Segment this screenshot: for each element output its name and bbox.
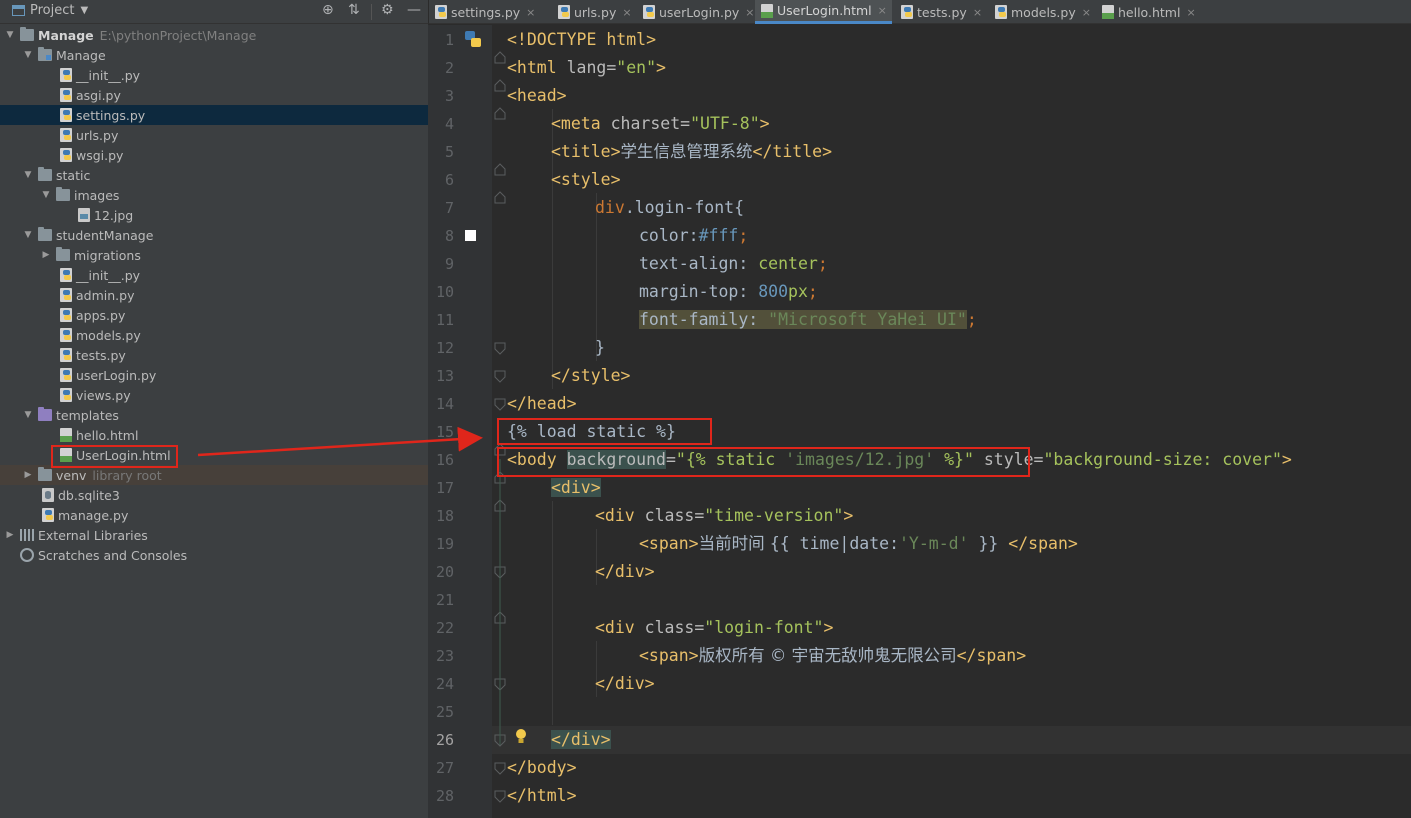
annotation-arrow bbox=[197, 426, 483, 457]
